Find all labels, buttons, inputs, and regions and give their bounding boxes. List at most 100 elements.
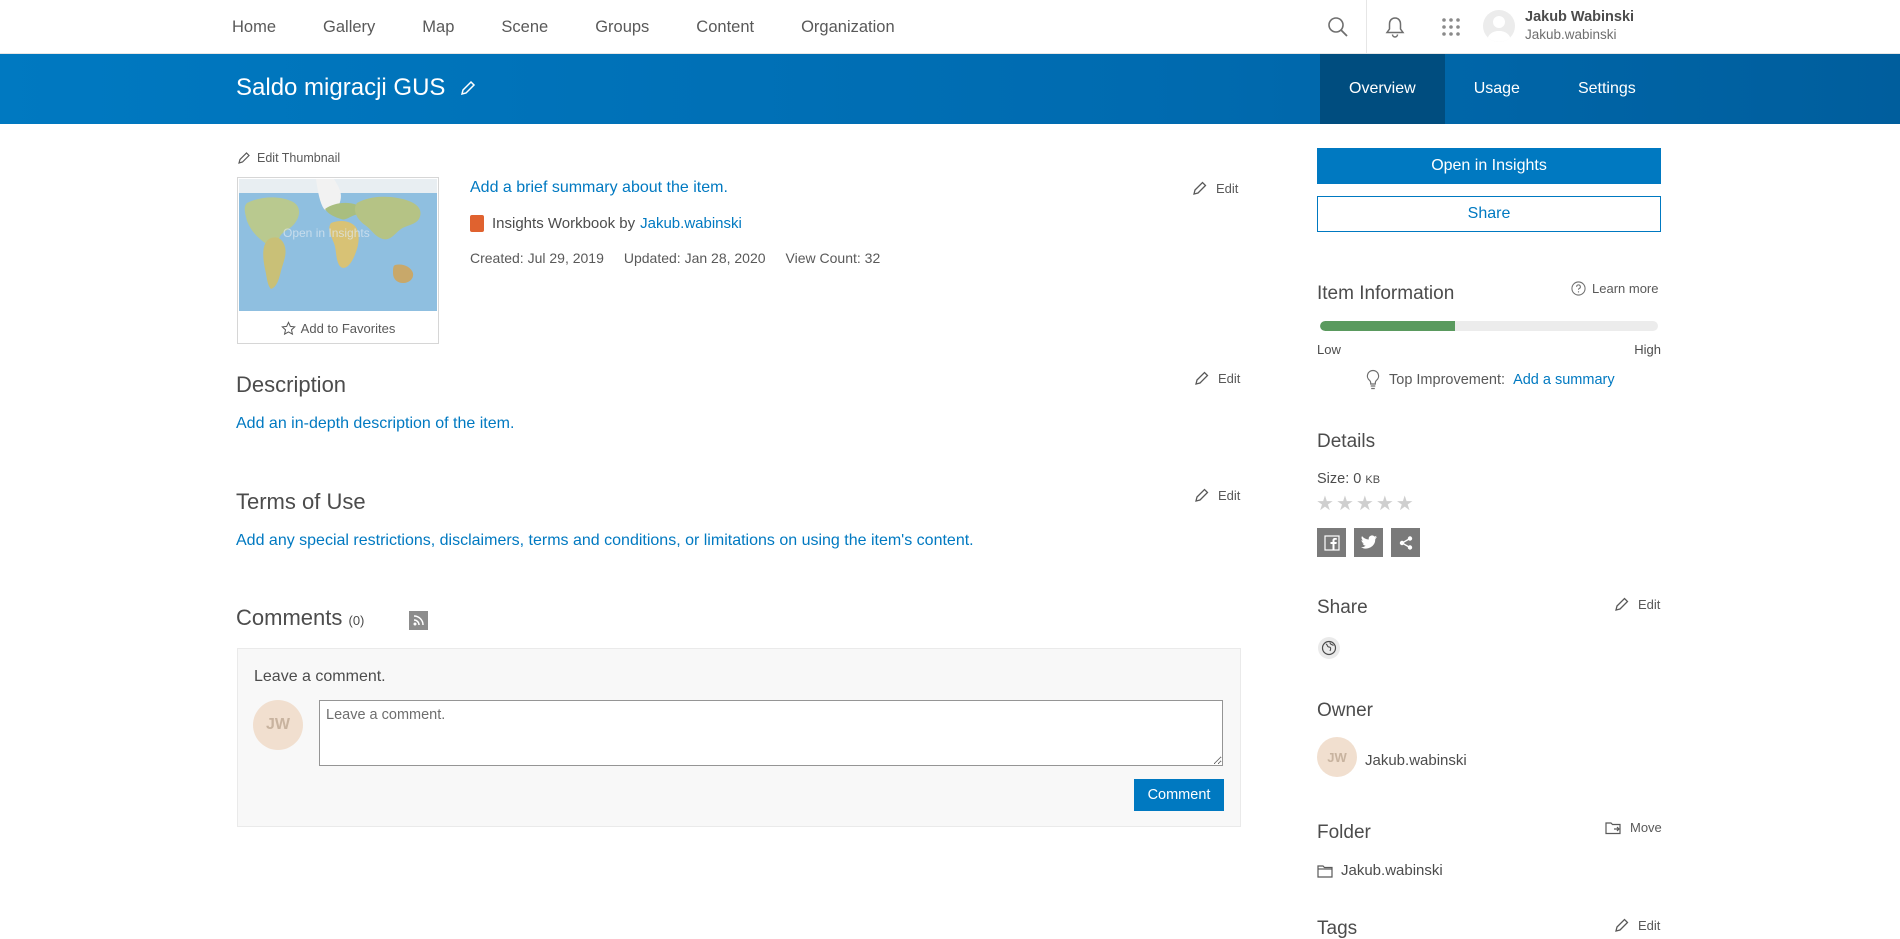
owner-name[interactable]: Jakub.wabinski — [1365, 752, 1467, 769]
terms-edit-button[interactable]: Edit — [1194, 487, 1240, 503]
tags-edit-button[interactable]: Edit — [1614, 917, 1660, 933]
summary-edit-label: Edit — [1216, 180, 1239, 196]
owner-heading: Owner — [1317, 700, 1373, 721]
add-summary-link[interactable]: Add a summary — [1513, 372, 1615, 388]
view-count: View Count: 32 — [785, 250, 881, 266]
rating-star-icon[interactable]: ★ — [1316, 492, 1334, 516]
comments-heading: Comments (0) — [236, 605, 364, 631]
folder-name[interactable]: Jakub.wabinski — [1341, 862, 1443, 879]
comment-submit-button[interactable]: Comment — [1134, 779, 1224, 811]
top-navigation: Home Gallery Map Scene Groups Content Or… — [0, 0, 1900, 54]
summary-prompt-link[interactable]: Add a brief summary about the item. — [470, 179, 728, 197]
pencil-icon — [1195, 371, 1209, 385]
pencil-icon — [1615, 918, 1629, 932]
rating-stars[interactable]: ★ ★ ★ ★ ★ — [1316, 492, 1416, 516]
nav-map[interactable]: Map — [422, 18, 454, 37]
top-improvement: Top Improvement: Add a summary — [1365, 369, 1615, 391]
add-to-favorites-button[interactable]: Add to Favorites — [238, 314, 438, 342]
user-fullname: Jakub Wabinski — [1525, 9, 1635, 25]
folder-row: Jakub.wabinski — [1317, 862, 1443, 879]
app-launcher-icon[interactable] — [1423, 0, 1479, 54]
updated-date: Updated: Jan 28, 2020 — [623, 250, 766, 266]
nav-gallery[interactable]: Gallery — [323, 18, 375, 37]
share-edit-label: Edit — [1638, 596, 1661, 612]
thumbnail-overlay-text: Open in Insights — [283, 226, 370, 240]
twitter-icon[interactable] — [1354, 528, 1383, 557]
pencil-icon[interactable] — [459, 79, 477, 97]
description-prompt-link[interactable]: Add an in-depth description of the item. — [236, 415, 514, 433]
nav-icons — [1310, 0, 1479, 54]
item-title: Saldo migracji GUS — [236, 74, 446, 101]
rss-icon[interactable] — [409, 611, 428, 630]
share-link-icon[interactable] — [1391, 528, 1420, 557]
nav-scene[interactable]: Scene — [501, 18, 548, 37]
nav-content[interactable]: Content — [696, 18, 754, 37]
thumbnail-image[interactable]: Open in Insights — [239, 179, 437, 311]
description-edit-label: Edit — [1218, 370, 1241, 386]
user-avatar-icon — [1483, 10, 1515, 42]
avatar: JW — [253, 700, 303, 750]
item-title-row: Saldo migracji GUS — [236, 74, 477, 102]
rating-star-icon[interactable]: ★ — [1396, 492, 1414, 516]
thumbnail-card: Open in Insights Add to Favorites — [237, 177, 439, 344]
open-in-insights-button[interactable]: Open in Insights — [1317, 148, 1661, 184]
terms-edit-label: Edit — [1218, 487, 1241, 503]
user-menu[interactable]: Jakub Wabinski Jakub.wabinski — [1483, 9, 1634, 43]
star-icon — [280, 320, 296, 335]
tags-heading: Tags — [1317, 918, 1358, 939]
rating-star-icon[interactable]: ★ — [1336, 492, 1354, 516]
quality-low-label: Low — [1317, 342, 1341, 357]
created-date: Created: Jul 29, 2019 — [470, 250, 604, 266]
tab-overview[interactable]: Overview — [1320, 54, 1445, 124]
item-quality-fill — [1320, 321, 1456, 331]
owner-link[interactable]: Jakub.wabinski — [640, 215, 742, 232]
social-share — [1317, 528, 1428, 557]
folder-heading: Folder — [1317, 822, 1371, 843]
top-improvement-label: Top Improvement: — [1389, 372, 1506, 388]
quality-scale: Low High — [1317, 342, 1661, 357]
pencil-icon — [1195, 488, 1209, 502]
comments-heading-label: Comments — [236, 605, 343, 630]
user-username: Jakub.wabinski — [1525, 27, 1617, 42]
tab-settings[interactable]: Settings — [1549, 54, 1665, 124]
nav-home[interactable]: Home — [232, 18, 276, 37]
item-type-label: Insights Workbook by — [492, 215, 636, 232]
rating-star-icon[interactable]: ★ — [1356, 492, 1374, 516]
learn-more-link[interactable]: Learn more — [1571, 281, 1658, 296]
summary-edit-button[interactable]: Edit — [1192, 180, 1238, 196]
share-button[interactable]: Share — [1317, 196, 1661, 232]
description-heading: Description — [236, 372, 347, 397]
item-quality-meter — [1320, 321, 1658, 331]
details-heading: Details — [1317, 431, 1376, 452]
learn-more-label: Learn more — [1592, 281, 1659, 296]
description-edit-button[interactable]: Edit — [1194, 370, 1240, 386]
lightbulb-icon — [1366, 369, 1380, 390]
move-label: Move — [1630, 820, 1662, 835]
pencil-icon — [1193, 181, 1207, 195]
search-icon[interactable] — [1310, 0, 1366, 54]
quality-high-label: High — [1634, 342, 1661, 357]
facebook-icon[interactable] — [1317, 528, 1346, 557]
terms-prompt-link[interactable]: Add any special restrictions, disclaimer… — [236, 532, 974, 550]
edit-thumbnail-link[interactable]: Edit Thumbnail — [237, 151, 340, 165]
help-icon — [1571, 281, 1586, 296]
item-information-heading: Item Information — [1317, 283, 1455, 304]
share-heading: Share — [1317, 597, 1368, 618]
rating-star-icon[interactable]: ★ — [1376, 492, 1394, 516]
tab-usage[interactable]: Usage — [1445, 54, 1549, 124]
nav-groups[interactable]: Groups — [595, 18, 649, 37]
nav-links: Home Gallery Map Scene Groups Content Or… — [232, 0, 942, 54]
move-button[interactable]: Move — [1605, 820, 1662, 835]
comment-input[interactable] — [319, 700, 1223, 766]
edit-thumbnail-label: Edit Thumbnail — [257, 151, 341, 165]
bell-icon[interactable] — [1367, 0, 1423, 54]
item-type-line: Insights Workbook by Jakub.wabinski — [470, 215, 742, 232]
comments-count: (0) — [348, 613, 365, 628]
owner-avatar: JW — [1317, 737, 1357, 777]
share-edit-button[interactable]: Edit — [1614, 596, 1660, 612]
globe-icon — [1318, 637, 1340, 659]
nav-organization[interactable]: Organization — [801, 18, 895, 37]
terms-heading: Terms of Use — [236, 489, 366, 514]
size-unit: KB — [1365, 474, 1381, 486]
size-label: Size: 0 — [1317, 471, 1362, 487]
